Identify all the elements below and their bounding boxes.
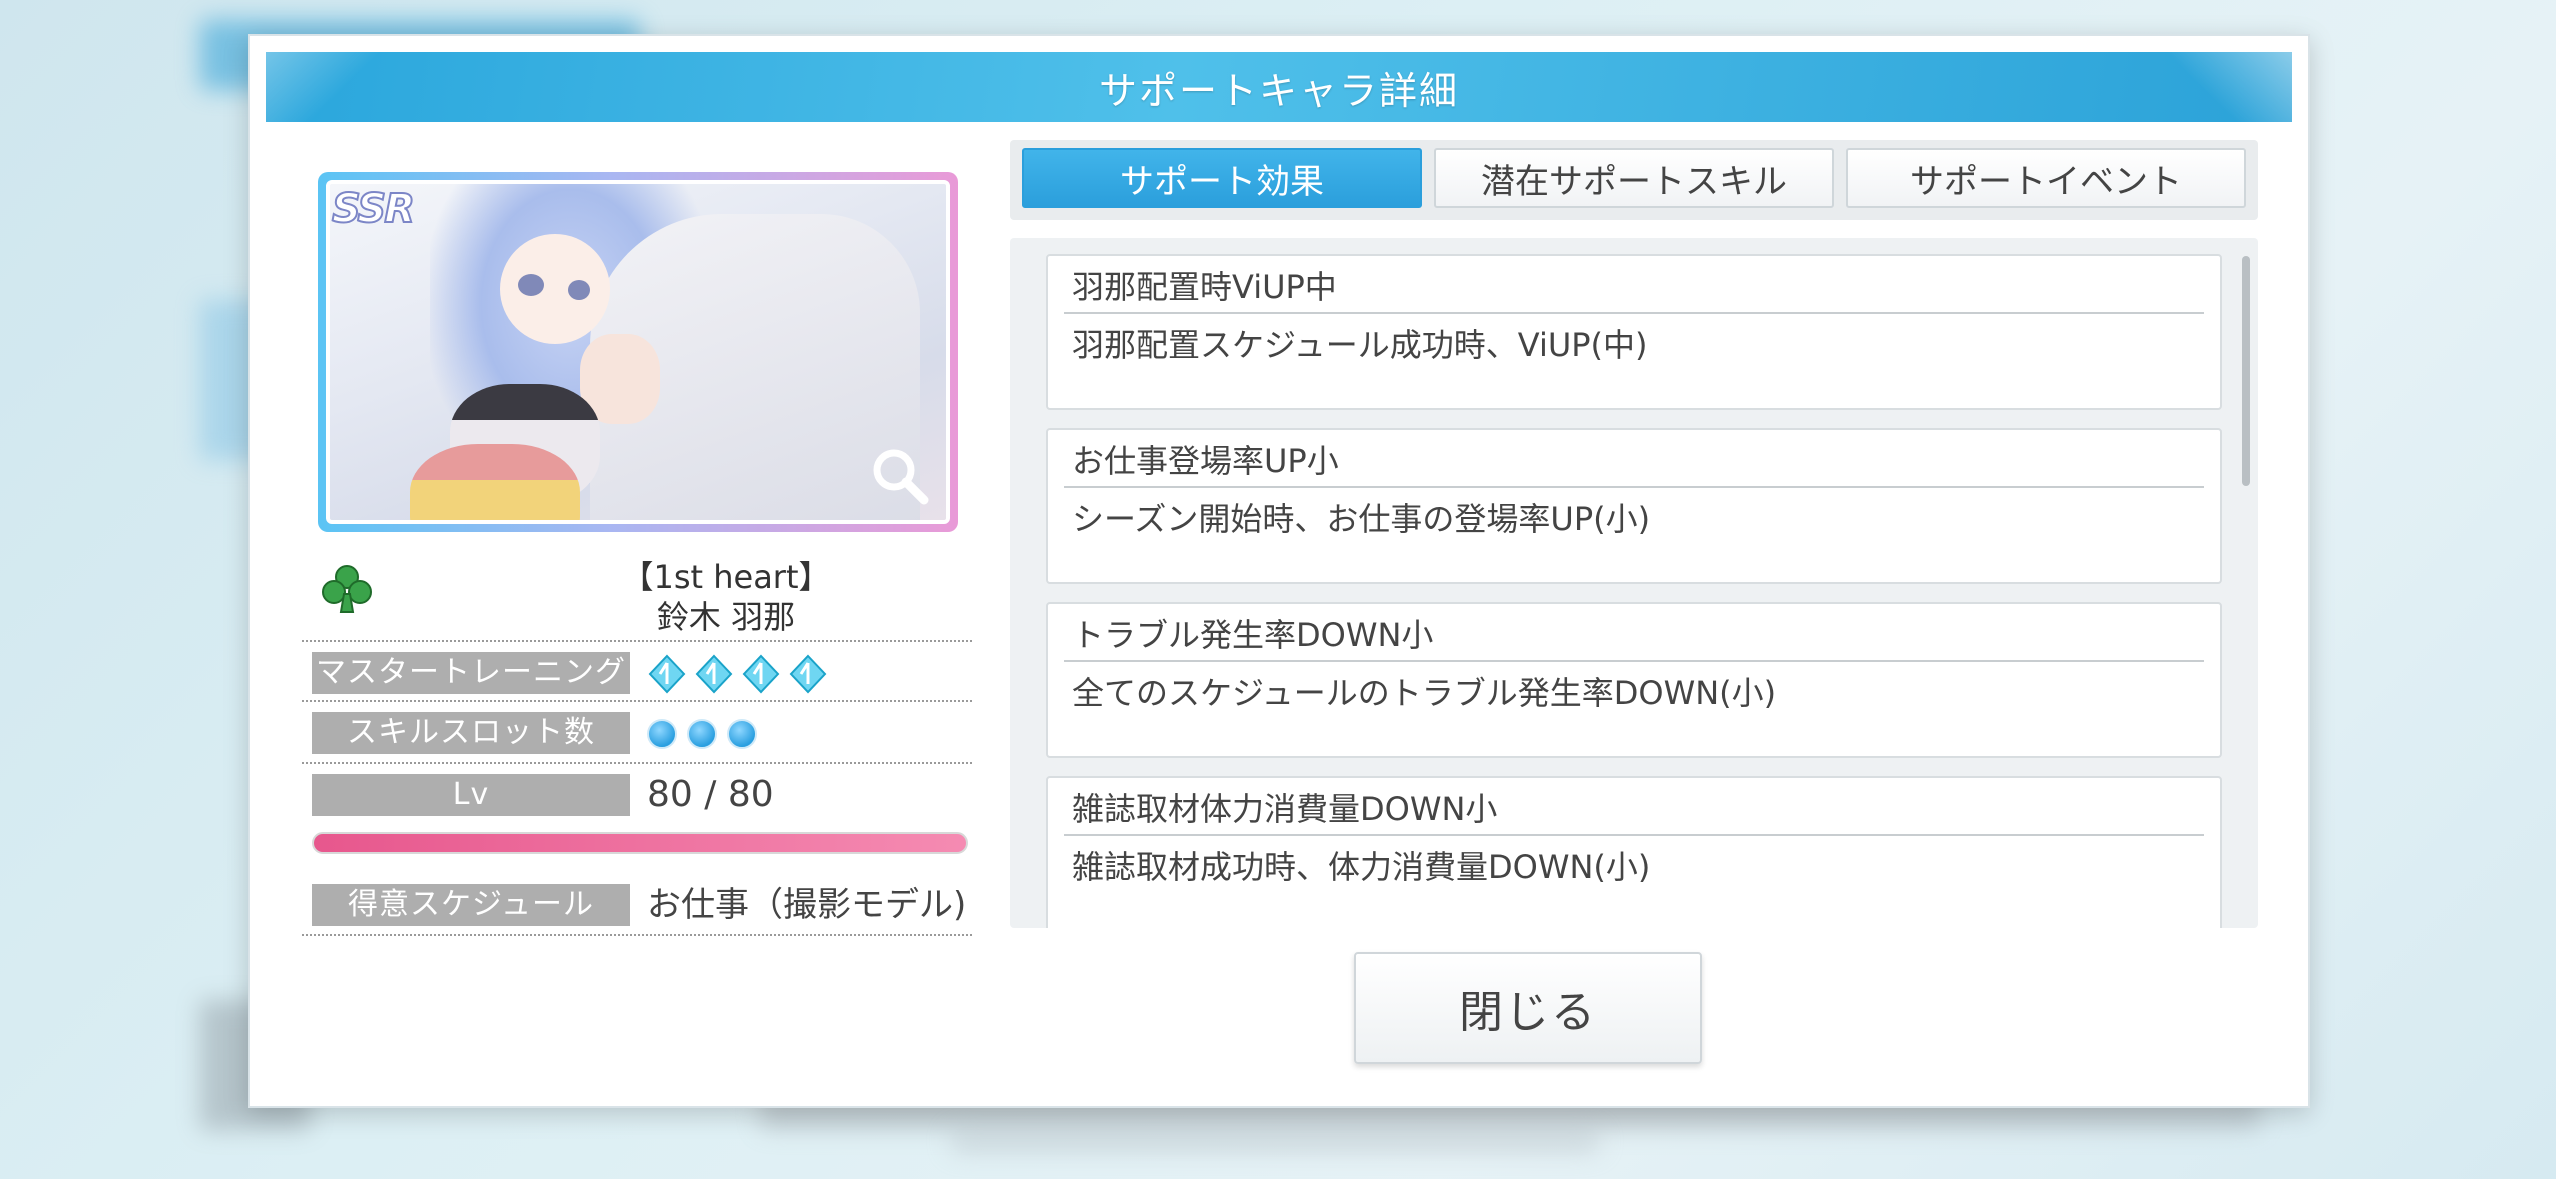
magnifier-icon[interactable]	[868, 444, 932, 508]
effect-description: シーズン開始時、お仕事の登場率UP(小)	[1072, 500, 1651, 538]
effect-description: 全てのスケジュールのトラブル発生率DOWN(小)	[1072, 674, 1777, 712]
skill-slot-icon	[687, 719, 717, 749]
effect-name: トラブル発生率DOWN小	[1072, 616, 1434, 654]
divider	[1064, 486, 2204, 488]
training-gem-icon	[742, 654, 780, 694]
training-gem-icon	[648, 654, 686, 694]
training-gem-icon	[695, 654, 733, 694]
art-background-figure	[410, 444, 580, 520]
divider	[1064, 834, 2204, 836]
background-bar-blur	[950, 1130, 1600, 1152]
support-effect-list[interactable]: 羽那配置時ViUP中 羽那配置スケジュール成功時、ViUP(中) お仕事登場率U…	[1010, 238, 2258, 928]
character-name: 鈴木 羽那	[656, 598, 796, 636]
dialog-body: サポートキャラ詳細 SSR 【1st heart】 鈴木 羽那 マスタートレーニ…	[266, 52, 2292, 1090]
skill-slot-icon	[647, 719, 677, 749]
master-training-gems	[647, 652, 835, 694]
skill-slot-dots	[647, 712, 767, 754]
tab-support-effect[interactable]: サポート効果	[1022, 148, 1422, 208]
skill-slot-label: スキルスロット数	[312, 712, 630, 754]
divider	[1064, 312, 2204, 314]
level-row: Lv 80 / 80	[302, 764, 972, 826]
club-icon	[322, 565, 372, 613]
tab-bar: サポート効果 潜在サポートスキル サポートイベント	[1010, 140, 2258, 220]
tab-potential-support-skill[interactable]: 潜在サポートスキル	[1434, 148, 1834, 208]
master-training-row: マスタートレーニング	[302, 640, 972, 702]
specialty-schedule-row: 得意スケジュール お仕事（撮影モデル)	[302, 874, 972, 936]
effect-description: 羽那配置スケジュール成功時、ViUP(中)	[1072, 326, 1648, 364]
effect-name: 雑誌取材体力消費量DOWN小	[1072, 790, 1498, 828]
art-eye	[568, 280, 590, 300]
art-eye	[518, 274, 544, 296]
card-art: SSR	[326, 180, 950, 524]
dialog-header: サポートキャラ詳細	[266, 52, 2292, 122]
master-training-label: マスタートレーニング	[312, 652, 630, 694]
skill-slot-icon	[727, 719, 757, 749]
effect-name: 羽那配置時ViUP中	[1072, 268, 1337, 306]
list-scrollbar[interactable]	[2242, 256, 2250, 486]
effect-name: お仕事登場率UP小	[1072, 442, 1339, 480]
support-character-detail-dialog: サポートキャラ詳細 SSR 【1st heart】 鈴木 羽那 マスタートレーニ…	[248, 34, 2310, 1108]
close-button[interactable]: 閉じる	[1354, 952, 1702, 1064]
specialty-schedule-value: お仕事（撮影モデル)	[647, 885, 967, 925]
training-gem-icon	[789, 654, 827, 694]
level-progress-bar	[312, 832, 968, 854]
level-value: 80 / 80	[647, 774, 774, 815]
list-item: お仕事登場率UP小 シーズン開始時、お仕事の登場率UP(小)	[1046, 428, 2222, 584]
art-face	[500, 234, 610, 344]
specialty-schedule-label: 得意スケジュール	[312, 884, 630, 926]
list-item: 雑誌取材体力消費量DOWN小 雑誌取材成功時、体力消費量DOWN(小)	[1046, 776, 2222, 928]
effect-description: 雑誌取材成功時、体力消費量DOWN(小)	[1072, 848, 1651, 886]
card-illustration[interactable]: SSR	[318, 172, 958, 532]
list-item: トラブル発生率DOWN小 全てのスケジュールのトラブル発生率DOWN(小)	[1046, 602, 2222, 758]
rarity-badge: SSR	[331, 185, 416, 233]
divider	[1064, 660, 2204, 662]
skill-slot-row: スキルスロット数	[302, 702, 972, 764]
dialog-title: サポートキャラ詳細	[1098, 68, 1459, 113]
list-item: 羽那配置時ViUP中 羽那配置スケジュール成功時、ViUP(中)	[1046, 254, 2222, 410]
tab-support-event[interactable]: サポートイベント	[1846, 148, 2246, 208]
level-label: Lv	[312, 774, 630, 816]
